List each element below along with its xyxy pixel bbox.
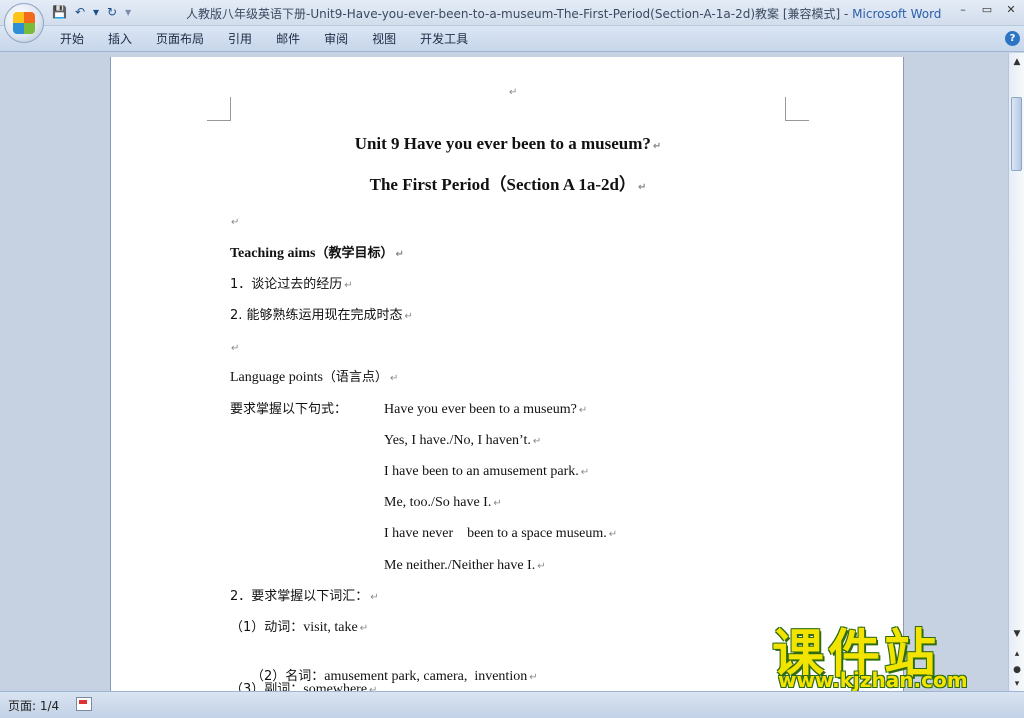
minimize-button[interactable]: – [954,2,972,18]
aim-2: 2. 能够熟练运用现在完成时态 [230,308,403,323]
sentence-item: Me, too./So have I. [384,495,492,510]
title-bar: 💾 ↶ ▾ ↻ ▾ 人教版八年级英语下册-Unit9-Have-you-ever… [0,0,1024,43]
office-button[interactable] [4,3,44,43]
tab-references[interactable]: 引用 [216,26,264,52]
teaching-aims-heading: Teaching aims [230,246,316,261]
vocab-label: 2．要求掌握以下词汇： [230,589,369,604]
adverbs-list: somewhere [303,682,368,691]
aim-1: 1．谈论过去的经历 [230,277,343,292]
tab-review[interactable]: 审阅 [312,26,360,52]
language-points-cn: （语言点） [322,370,388,385]
close-button[interactable]: ✕ [1002,2,1020,18]
tab-home[interactable]: 开始 [48,26,96,52]
redo-icon[interactable]: ↻ [105,3,119,21]
document-area: ↵ Unit 9 Have you ever been to a museum?… [0,53,1008,691]
document-page[interactable]: ↵ Unit 9 Have you ever been to a museum?… [110,57,904,691]
paragraph-mark: ↵ [509,87,518,98]
app-name: Microsoft Word [852,7,942,21]
sentence-item: I have never been to a space museum. [384,526,607,541]
status-bar: 页面: 1/4 [0,691,1024,718]
vertical-scrollbar[interactable]: ▲ ▼ ▴ ● ▾ [1008,53,1024,691]
select-browse-object-icon[interactable]: ● [1010,663,1024,677]
save-icon[interactable]: 💾 [50,3,69,21]
maximize-button[interactable]: ▭ [978,2,996,18]
next-page-icon[interactable]: ▾ [1010,677,1024,691]
margin-corner-top-right [785,97,809,121]
tab-page-layout[interactable]: 页面布局 [144,26,216,52]
quick-access-toolbar: 💾 ↶ ▾ ↻ ▾ [50,3,133,21]
tab-insert[interactable]: 插入 [96,26,144,52]
tab-view[interactable]: 视图 [360,26,408,52]
customize-qat-icon[interactable]: ▾ [123,3,133,21]
proofing-icon[interactable] [76,697,92,711]
sentence-item: Yes, I have./No, I haven’t. [384,433,531,448]
adverbs-label: （3）副词： [230,682,304,691]
watermark-url: www.kjzhan.com [778,668,968,692]
verbs-label: （1）动词： [230,620,304,635]
language-points-heading: Language points [230,370,323,385]
window-controls: – ▭ ✕ [954,2,1020,18]
teaching-aims-cn: （教学目标） [315,246,394,261]
scroll-thumb[interactable] [1011,97,1022,171]
ribbon-tabs: 开始 插入 页面布局 引用 邮件 审阅 视图 开发工具 ? [0,26,1024,52]
sentence-item: I have been to an amusement park. [384,464,579,479]
undo-icon[interactable]: ↶ [73,3,87,21]
sentence-label: 要求掌握以下句式： [230,402,348,417]
document-name: 人教版八年级英语下册-Unit9-Have-you-ever-been-to-a… [186,7,853,21]
sentence-item: Me neither./Neither have I. [384,558,536,573]
previous-page-icon[interactable]: ▴ [1010,647,1024,661]
scroll-down-icon[interactable]: ▼ [1010,627,1024,641]
document-title: Unit 9 Have you ever been to a museum? [354,134,651,153]
document-subtitle: The First Period（Section A 1a-2d） [369,175,636,194]
window-title: 人教版八年级英语下册-Unit9-Have-you-ever-been-to-a… [186,5,941,22]
verbs-list: visit, take [303,620,358,635]
sentence-item: Have you ever been to a museum? [384,402,577,417]
help-icon[interactable]: ? [1005,31,1020,46]
office-logo-icon [13,12,35,34]
tab-mailings[interactable]: 邮件 [264,26,312,52]
scroll-up-icon[interactable]: ▲ [1010,55,1024,69]
margin-corner-top-left [207,97,231,121]
tab-developer[interactable]: 开发工具 [408,26,480,52]
undo-dropdown-icon[interactable]: ▾ [91,3,101,21]
page-count[interactable]: 页面: 1/4 [8,697,59,714]
